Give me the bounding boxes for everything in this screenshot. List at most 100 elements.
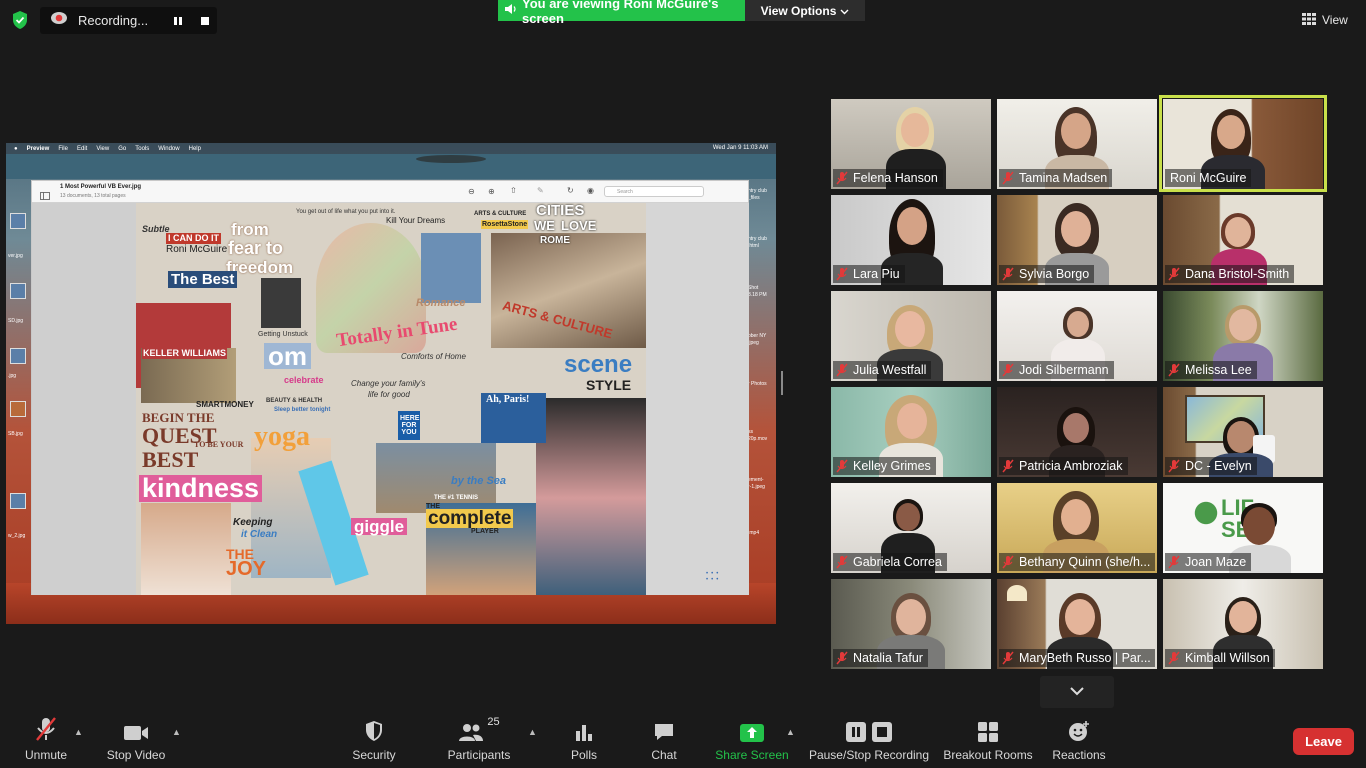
gallery-next-page-button[interactable] <box>1040 676 1114 708</box>
desktop-file-label: ement- <box>748 477 764 483</box>
participant-tile[interactable]: Natalia Tafur <box>831 579 991 669</box>
participant-head <box>1061 211 1091 247</box>
shared-screen[interactable]: ● Preview File Edit View Go Tools Window… <box>6 143 776 624</box>
menu-edit: Edit <box>76 145 88 152</box>
pause-stop-recording-button[interactable]: Pause/Stop Recording <box>808 712 930 768</box>
participant-tile[interactable]: Kelley Grimes <box>831 387 991 477</box>
collage-text: Roni McGuire <box>166 244 228 255</box>
preview-window[interactable]: 1 Most Powerful VB Ever.jpg 13 documents… <box>31 180 749 595</box>
preview-right-gutter <box>646 203 749 595</box>
participant-name-tag: Kimball Willson <box>1165 649 1275 667</box>
markup-icon[interactable]: ✎ <box>537 186 544 195</box>
virtual-background-logo <box>1193 497 1219 537</box>
collage-text: SMARTMONEY <box>196 400 254 409</box>
participant-head <box>896 599 926 635</box>
share-options-caret[interactable]: ▲ <box>786 727 795 737</box>
collage-text: it Clean <box>241 529 278 540</box>
participant-name: Dana Bristol-Smith <box>1185 267 1290 281</box>
participant-tile[interactable]: Felena Hanson <box>831 99 991 189</box>
vision-board-collage: Subtle I CAN DO IT Roni McGuire from fea… <box>136 203 646 595</box>
polls-button[interactable]: Polls <box>562 712 606 768</box>
audio-options-caret[interactable]: ▲ <box>74 727 83 737</box>
security-shield-icon[interactable] <box>10 10 30 30</box>
participant-tile[interactable]: Patricia Ambroziak <box>997 387 1157 477</box>
stop-recording-icon[interactable] <box>197 13 213 29</box>
collage-text: kindness <box>139 475 263 502</box>
participant-tile[interactable]: Roni McGuire <box>1163 99 1323 189</box>
participant-tile[interactable]: Bethany Quinn (she/h... <box>997 483 1157 573</box>
video-camera-icon <box>123 712 149 744</box>
desktop-file-label: r Photos <box>748 381 767 387</box>
mic-muted-icon <box>1168 555 1180 569</box>
stop-video-button[interactable]: Stop Video <box>106 712 166 768</box>
rotate-icon[interactable]: ↻ <box>567 186 574 195</box>
breakout-rooms-button[interactable]: Breakout Rooms <box>942 712 1034 768</box>
breakout-rooms-label: Breakout Rooms <box>943 748 1033 762</box>
menu-go: Go <box>118 145 127 152</box>
share-screen-icon <box>740 712 764 744</box>
mic-muted-icon <box>1002 651 1014 665</box>
participant-name-tag: Natalia Tafur <box>833 649 928 667</box>
participant-name: Jodi Silbermann <box>1019 363 1109 377</box>
participant-head <box>1061 113 1091 149</box>
participant-head <box>1243 507 1275 545</box>
recording-indicator: Recording... <box>40 7 217 34</box>
collage-text: ROME <box>540 235 570 246</box>
zoom-in-icon[interactable]: ⊕ <box>488 187 495 196</box>
participant-tile[interactable]: Gabriela Correa <box>831 483 991 573</box>
preview-search-input[interactable]: Search <box>604 186 704 197</box>
view-options-button[interactable]: View Options <box>745 0 865 21</box>
desktop-file-icon[interactable] <box>10 348 26 364</box>
view-layout-button[interactable]: View <box>1302 10 1348 30</box>
participant-name: Patricia Ambroziak <box>1019 459 1123 473</box>
participant-tile[interactable]: Sylvia Borgo <box>997 195 1157 285</box>
participant-head <box>1063 413 1089 443</box>
share-screen-label: Share Screen <box>715 748 789 762</box>
share-icon[interactable]: ⇧ <box>510 186 517 195</box>
participant-tile[interactable]: Kimball Willson <box>1163 579 1323 669</box>
participant-tile[interactable]: Lara Piu <box>831 195 991 285</box>
mic-muted-icon <box>836 267 848 281</box>
participant-tile[interactable]: LIF SE Joan Maze <box>1163 483 1323 573</box>
shield-icon <box>364 712 384 744</box>
participant-tile[interactable]: MaryBeth Russo | Par... <box>997 579 1157 669</box>
collage-text: Keeping <box>233 517 273 528</box>
participant-tile[interactable]: Julia Westfall <box>831 291 991 381</box>
leave-meeting-button[interactable]: Leave <box>1293 728 1354 755</box>
desktop-file-icon[interactable] <box>10 283 26 299</box>
collage-text: celebrate <box>284 375 324 385</box>
mic-muted-icon <box>1002 267 1014 281</box>
participant-name-tag: Felena Hanson <box>833 169 943 187</box>
zoom-out-icon[interactable]: ⊖ <box>468 187 475 196</box>
mic-muted-icon <box>1002 459 1014 473</box>
chat-button[interactable]: Chat <box>642 712 686 768</box>
participant-head <box>1065 599 1095 635</box>
mic-muted-icon <box>34 712 58 744</box>
pause-recording-icon[interactable] <box>170 13 186 29</box>
unmute-button[interactable]: Unmute <box>20 712 72 768</box>
desktop-file-icon[interactable] <box>10 213 26 229</box>
desktop-file-label: r-1.jpeg <box>748 484 765 490</box>
participant-name: Tamina Madsen <box>1019 171 1108 185</box>
desktop-file-label: SB.jpg <box>8 431 23 437</box>
grid-view-icon <box>1302 12 1316 28</box>
split-resize-handle[interactable] <box>781 371 783 395</box>
collage-text: RosettaStone <box>481 220 529 229</box>
participant-tile[interactable]: DC - Evelyn <box>1163 387 1323 477</box>
participants-button[interactable]: 25 Participants <box>444 712 514 768</box>
annotate-icon[interactable]: ◉ <box>587 186 594 195</box>
participant-tile[interactable]: Jodi Silbermann <box>997 291 1157 381</box>
mic-muted-icon <box>1002 363 1014 377</box>
security-button[interactable]: Security <box>348 712 400 768</box>
participant-tile[interactable]: Dana Bristol-Smith <box>1163 195 1323 285</box>
participants-options-caret[interactable]: ▲ <box>528 727 537 737</box>
desktop-file-icon[interactable] <box>10 401 26 417</box>
participant-tile[interactable]: Tamina Madsen <box>997 99 1157 189</box>
desktop-file-icon[interactable] <box>10 493 26 509</box>
participants-label: Participants <box>447 748 511 762</box>
participant-tile[interactable]: Melissa Lee <box>1163 291 1323 381</box>
share-screen-button[interactable]: Share Screen <box>712 712 792 768</box>
reactions-button[interactable]: Reactions <box>1048 712 1110 768</box>
video-options-caret[interactable]: ▲ <box>172 727 181 737</box>
bar-chart-icon <box>574 712 594 744</box>
